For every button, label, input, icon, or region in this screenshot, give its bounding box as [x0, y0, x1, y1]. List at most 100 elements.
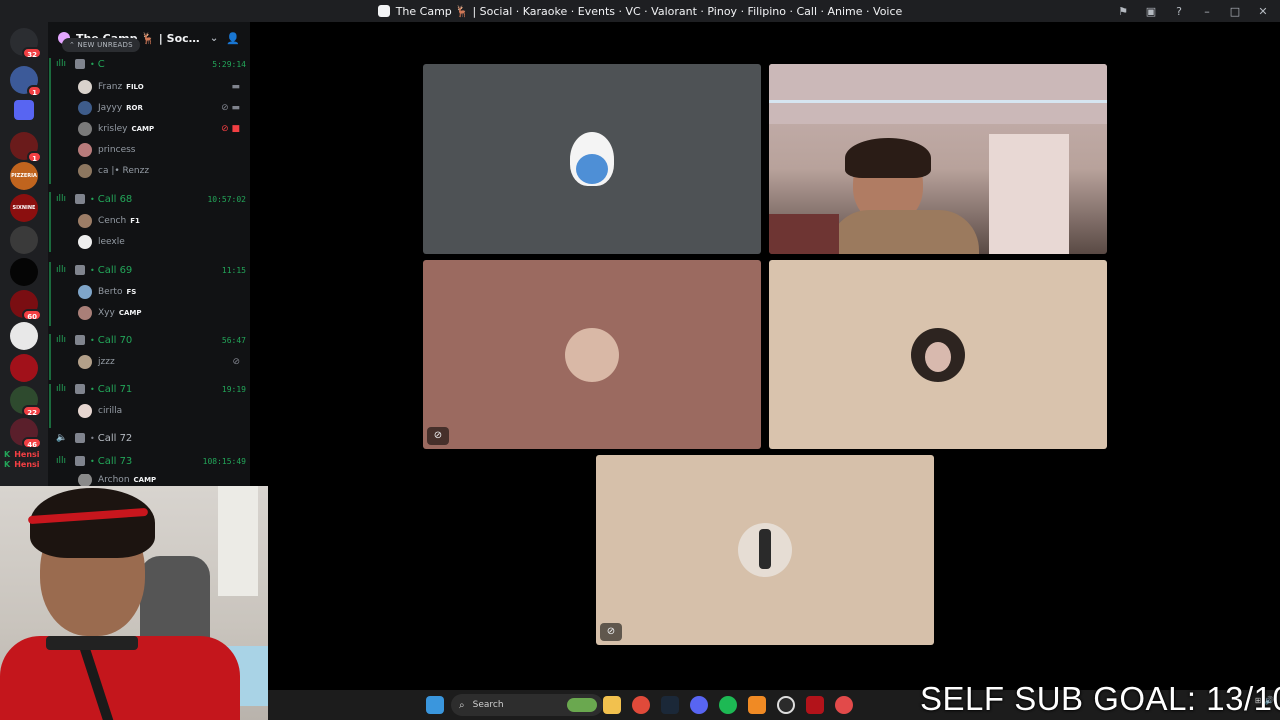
windows-start-icon[interactable]: [426, 696, 444, 714]
steam-icon[interactable]: [661, 696, 679, 714]
user-name: Cench: [98, 216, 127, 226]
lock-icon: [75, 456, 85, 466]
video-tile-beige[interactable]: [769, 260, 1107, 449]
discord-icon[interactable]: [690, 696, 708, 714]
user-name: Franz: [98, 82, 123, 92]
sub-goal-overlay: SELF SUB GOAL: 13/10: [920, 680, 1280, 717]
channel-name: Call 72: [97, 432, 133, 444]
server-badge: 60: [22, 309, 42, 321]
lock-icon: [75, 59, 85, 69]
voice-channel[interactable]: 🔈 • Call 72: [56, 429, 246, 447]
voice-channel[interactable]: ıllı • C 5:29:14: [56, 55, 246, 73]
window-title: The Camp 🦌 | Social · Karaoke · Events ·…: [395, 4, 903, 18]
chevron-down-icon[interactable]: ⌄: [210, 33, 218, 44]
server-sixnine[interactable]: SIXNINE: [10, 194, 38, 222]
channel-name: Call 70: [97, 334, 133, 346]
voice-wave-icon: ıllı: [56, 384, 67, 394]
channel-name: Call 68: [97, 193, 133, 205]
voice-user[interactable]: Franz FILO ▬: [78, 78, 248, 96]
home-button[interactable]: 32: [10, 28, 42, 59]
chrome-icon[interactable]: [632, 696, 650, 714]
voice-user[interactable]: jzzz ⊘: [78, 353, 248, 371]
folder-icon[interactable]: [14, 100, 34, 120]
lock-icon: [75, 194, 85, 204]
voice-channel[interactable]: ıllı • Call 73 108:15:49: [56, 452, 246, 470]
user-tag: F1: [130, 217, 140, 225]
user-avatar: [911, 327, 965, 382]
inbox-icon[interactable]: ⚑: [1116, 5, 1130, 18]
voice-channel[interactable]: ıllı • Call 69 11:15: [56, 261, 246, 279]
user-name: leexle: [98, 237, 125, 247]
spotify-icon[interactable]: [719, 696, 737, 714]
voice-channel[interactable]: ıllı • Call 68 10:57:02: [56, 190, 246, 208]
channel-timer: 56:47: [221, 335, 246, 345]
channel-name: Call 71: [97, 383, 133, 395]
voice-wave-icon: ıllı: [56, 456, 67, 466]
video-tile-bottom[interactable]: ⊘: [596, 455, 934, 645]
voice-user[interactable]: Xyy CAMP: [78, 304, 248, 322]
obs-icon[interactable]: [777, 696, 795, 714]
server-icon-7[interactable]: 22: [10, 386, 42, 417]
voice-user[interactable]: Berto FS: [78, 283, 248, 301]
active-channel-line: [49, 58, 51, 184]
avatar: [78, 404, 92, 418]
channel-timer: 11:15: [221, 265, 246, 275]
speaker-icon: 🔈: [56, 433, 68, 443]
voice-user[interactable]: princess: [78, 141, 248, 159]
voice-user[interactable]: leexle: [78, 233, 248, 251]
screen-icon[interactable]: ▣: [1144, 5, 1158, 18]
voice-user[interactable]: Jayyy ROR ⊘ ▬: [78, 99, 248, 117]
voice-user[interactable]: krisley CAMP ⊘ ■: [78, 120, 248, 138]
new-unreads-pill[interactable]: ⌃ NEW UNREADS: [62, 38, 140, 52]
server-badge: 46: [22, 437, 42, 449]
user-name: ca |• Renzz: [98, 166, 150, 176]
server-icon-active[interactable]: [10, 322, 38, 350]
app-icon[interactable]: [806, 696, 824, 714]
user-tag: CAMP: [118, 309, 142, 317]
voice-user[interactable]: Archon CAMP: [78, 474, 248, 486]
user-tag: FILO: [126, 83, 144, 91]
server-icon-8[interactable]: 46: [10, 418, 42, 449]
avatar: [78, 122, 92, 136]
server-icon-3[interactable]: [10, 226, 38, 254]
app-icon[interactable]: [835, 696, 853, 714]
avatar: [78, 164, 92, 178]
user-avatar: [565, 327, 619, 382]
video-tile-smurf[interactable]: [423, 64, 761, 254]
server-icon: [377, 5, 390, 17]
active-channel-line: [49, 334, 51, 380]
server-icon-5[interactable]: 60: [10, 290, 42, 321]
voice-user[interactable]: cirilla: [78, 402, 248, 420]
avatar: [78, 80, 92, 94]
app-icon[interactable]: [748, 696, 766, 714]
server-pizzeria[interactable]: PIZZERIA: [10, 162, 38, 190]
help-icon[interactable]: ?: [1172, 5, 1186, 18]
user-tag: CAMP: [133, 476, 157, 484]
close-button[interactable]: ✕: [1256, 5, 1270, 18]
lock-icon: [75, 265, 85, 275]
minimize-button[interactable]: –: [1200, 5, 1214, 18]
server-icon-1[interactable]: 1: [10, 66, 42, 97]
voice-user[interactable]: Cench F1: [78, 212, 248, 230]
server-icon-2[interactable]: 1: [10, 132, 42, 163]
file-explorer-icon[interactable]: [603, 696, 621, 714]
user-tag: CAMP: [131, 125, 155, 133]
titlebar-controls: ⚑ ▣ ? – □ ✕: [1116, 0, 1280, 22]
add-member-icon[interactable]: 👤: [226, 32, 240, 45]
maximize-button[interactable]: □: [1228, 5, 1242, 18]
window-titlebar: The Camp 🦌 | Social · Karaoke · Events ·…: [0, 0, 1280, 22]
video-tile-rose[interactable]: ⊘: [423, 260, 761, 449]
server-icon-4[interactable]: [10, 258, 38, 286]
muted-mic-icon: ⊘: [232, 357, 240, 367]
voice-channel[interactable]: ıllı • Call 70 56:47: [56, 331, 246, 349]
voice-wave-icon: ıllı: [56, 194, 67, 204]
taskbar-search[interactable]: ⌕ Search: [451, 694, 603, 716]
voice-user[interactable]: ca |• Renzz: [78, 162, 248, 180]
voice-channel[interactable]: ıllı • Call 71 19:19: [56, 380, 246, 398]
server-icon-6[interactable]: [10, 354, 38, 382]
user-tag: ROR: [126, 104, 143, 112]
video-tile-camera[interactable]: [769, 64, 1107, 254]
search-highlight-icon: [567, 698, 597, 712]
user-name: Jayyy: [98, 103, 123, 113]
camera-icon: ▬: [231, 82, 240, 92]
